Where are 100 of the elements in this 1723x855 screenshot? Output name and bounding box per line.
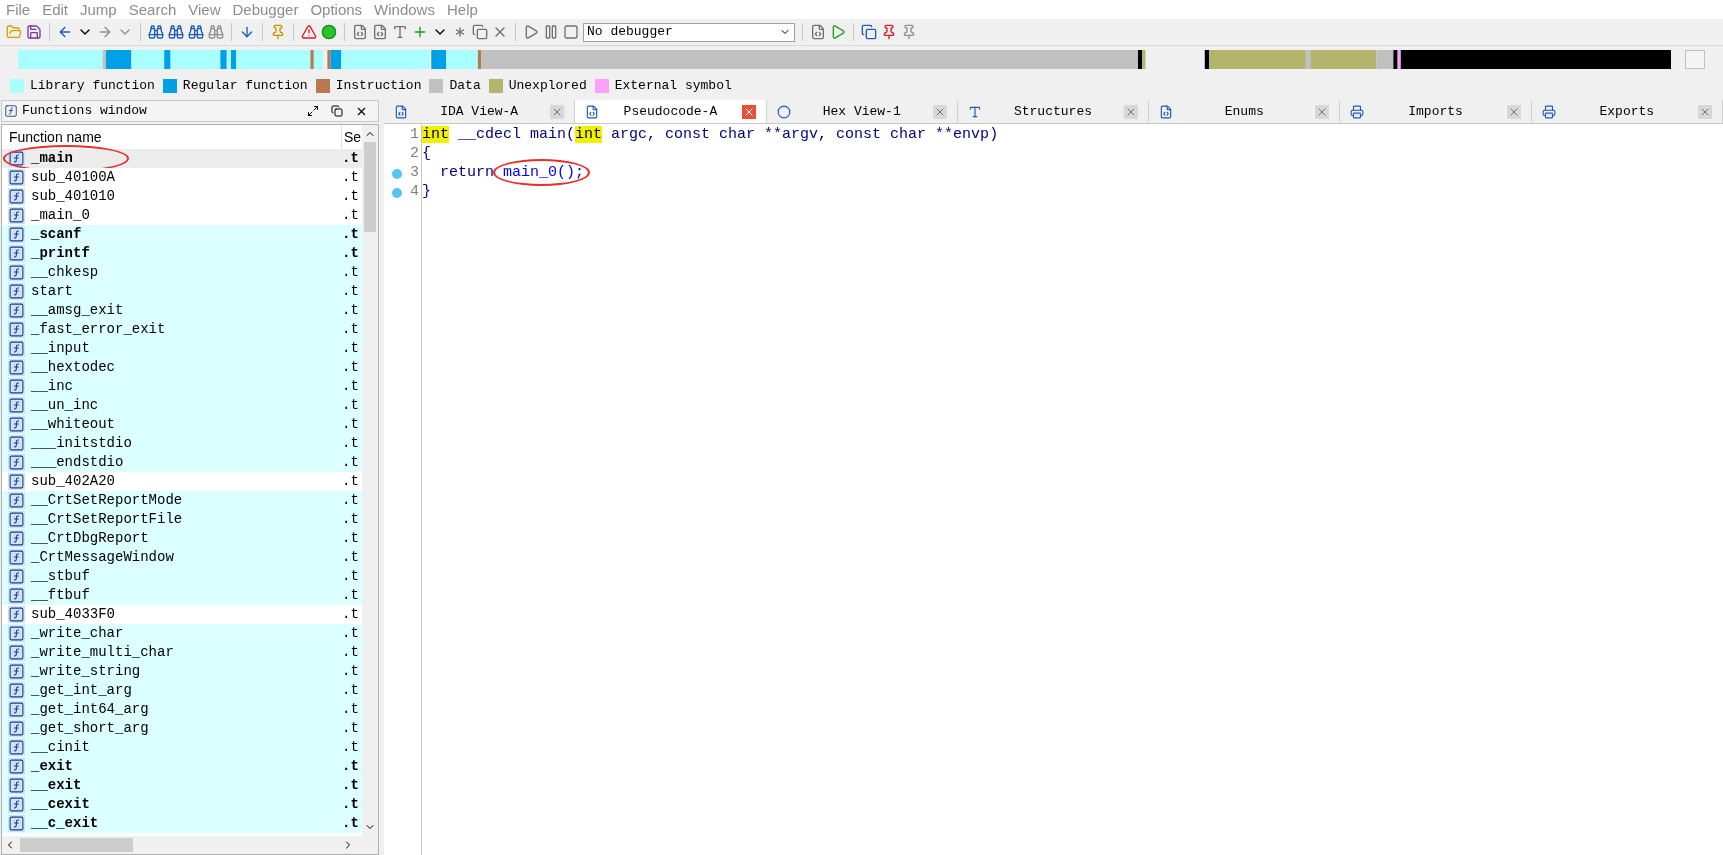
function-name: _get_short_arg (31, 719, 150, 738)
play-icon[interactable] (523, 24, 539, 40)
scrollbar-thumb[interactable] (364, 142, 376, 232)
function-row[interactable]: _get_int_arg .t (2, 681, 362, 700)
function-row[interactable]: _get_int64_arg .t (2, 700, 362, 719)
function-name: _write_char (31, 624, 125, 643)
function-name: _CrtMessageWindow (31, 548, 175, 567)
legend-label: External symbol (614, 76, 732, 95)
function-name: __ftbuf (31, 586, 91, 605)
function-icon (8, 568, 25, 585)
function-name: _scanf (31, 225, 83, 244)
function-row[interactable]: __whiteout .t (2, 415, 362, 434)
segment-cell-text: .t (342, 719, 360, 738)
function-row[interactable]: _write_string .t (2, 662, 362, 681)
pause-icon[interactable] (543, 24, 559, 40)
function-icon (8, 606, 25, 623)
segment-cell-text: .t (342, 320, 360, 339)
debugger-select[interactable]: No debugger (583, 22, 795, 42)
function-icon (8, 720, 25, 737)
scrollbar[interactable] (1685, 50, 1705, 69)
stop-icon[interactable] (563, 24, 579, 40)
function-row[interactable]: __ftbuf .t (2, 586, 362, 605)
function-row[interactable]: __stbuf .t (2, 567, 362, 586)
pin-icon[interactable] (270, 24, 286, 40)
code-icon[interactable] (352, 24, 368, 40)
function-row[interactable]: ___initstdio .t (2, 434, 362, 453)
segment-cell-text: .t (342, 605, 360, 624)
function-row[interactable]: __amsg_exit .t (2, 301, 362, 320)
run-icon[interactable] (830, 24, 846, 40)
binoculars-icon[interactable] (188, 24, 204, 40)
function-row[interactable]: __hextodec .t (2, 358, 362, 377)
function-name: sub_401010 (31, 187, 116, 206)
binoculars-icon[interactable] (148, 24, 164, 40)
function-name: __stbuf (31, 567, 91, 586)
segment-cell-text: .t (342, 738, 360, 757)
breakpoint-add-icon[interactable] (881, 24, 897, 40)
function-name: _write_multi_char (31, 643, 175, 662)
restore-icon[interactable] (331, 105, 343, 117)
function-row[interactable]: start .t (2, 282, 362, 301)
function-row[interactable]: _scanf .t (2, 225, 362, 244)
tab[interactable]: Pseudocode-A (575, 100, 767, 123)
function-row[interactable]: __cexit .t (2, 795, 362, 814)
function-row[interactable]: _write_char .t (2, 624, 362, 643)
down-arrow-icon[interactable] (239, 24, 255, 40)
warning-icon[interactable] (301, 24, 317, 40)
function-row[interactable]: _fast_error_exit .t (2, 320, 362, 339)
column-header[interactable]: Se (342, 126, 362, 148)
status-icon[interactable] (321, 24, 337, 40)
binoculars-icon[interactable] (208, 24, 224, 40)
function-row[interactable]: __cinit .t (2, 738, 362, 757)
function-row[interactable]: __chkesp .t (2, 263, 362, 282)
segment-cell-text: .t (342, 339, 360, 358)
binoculars-icon[interactable] (168, 24, 184, 40)
function-name: __CrtSetReportMode (31, 491, 184, 510)
function-row[interactable]: _exit .t (2, 757, 362, 776)
segment-cell-text: .t (342, 795, 360, 814)
tab-icon (967, 104, 982, 119)
function-row[interactable]: _write_multi_char .t (2, 643, 362, 662)
function-row[interactable]: _CrtMessageWindow .t (2, 548, 362, 567)
breakpoint-delete-icon[interactable] (901, 24, 917, 40)
function-row[interactable]: _printf .t (2, 244, 362, 263)
text-icon[interactable] (392, 24, 408, 40)
menu-item[interactable]: Windows (368, 0, 441, 19)
save-icon[interactable] (26, 24, 42, 40)
function-icon (8, 739, 25, 756)
segment-cell-text: .t (342, 700, 360, 719)
function-name: __cexit (31, 795, 91, 814)
function-icon (8, 245, 25, 262)
function-row[interactable]: __exit .t (2, 776, 362, 795)
segment-cell-text: .t (342, 776, 360, 795)
function-row[interactable]: __CrtSetReportFile .t (2, 510, 362, 529)
function-row[interactable]: _get_short_arg .t (2, 719, 362, 738)
function-row[interactable]: __CrtDbgReport .t (2, 529, 362, 548)
code-editor[interactable]: 1 2 3 4 int __cdecl main(int argc, const char **argv, const char **envp) { return main_0(); } (384, 124, 1723, 855)
function-row[interactable]: __un_inc .t (2, 396, 362, 415)
segment-cell-text: .t (342, 149, 360, 168)
function-row[interactable]: __c_exit .t (2, 814, 362, 833)
function-icon (8, 302, 25, 319)
function-row[interactable]: ___endstdio .t (2, 453, 362, 472)
segment-cell-text: .t (342, 586, 360, 605)
legend-label: Unexplored (508, 76, 587, 95)
maximize-icon[interactable] (307, 105, 319, 117)
horizontal-scrollbar[interactable] (2, 836, 378, 854)
tab-icon (776, 104, 791, 119)
segment-cell-text: .t (342, 168, 360, 187)
function-row[interactable]: __CrtSetReportMode .t (2, 491, 362, 510)
function-icon (8, 340, 25, 357)
menu-item[interactable]: Search (122, 0, 183, 19)
scrollbar-thumb[interactable] (20, 838, 133, 852)
function-row[interactable]: __inc .t (2, 377, 362, 396)
function-icon (8, 587, 25, 604)
segment-cell-text: .t (342, 434, 360, 453)
navigation-band-drawing[interactable] (18, 50, 1671, 69)
segment-cell-text: .t (342, 358, 360, 377)
function-icon (8, 378, 25, 395)
function-icon (8, 777, 25, 794)
function-row[interactable]: __input .t (2, 339, 362, 358)
function-icon (8, 549, 25, 566)
vertical-scrollbar[interactable] (362, 125, 378, 836)
legend-label: Data (449, 76, 481, 95)
